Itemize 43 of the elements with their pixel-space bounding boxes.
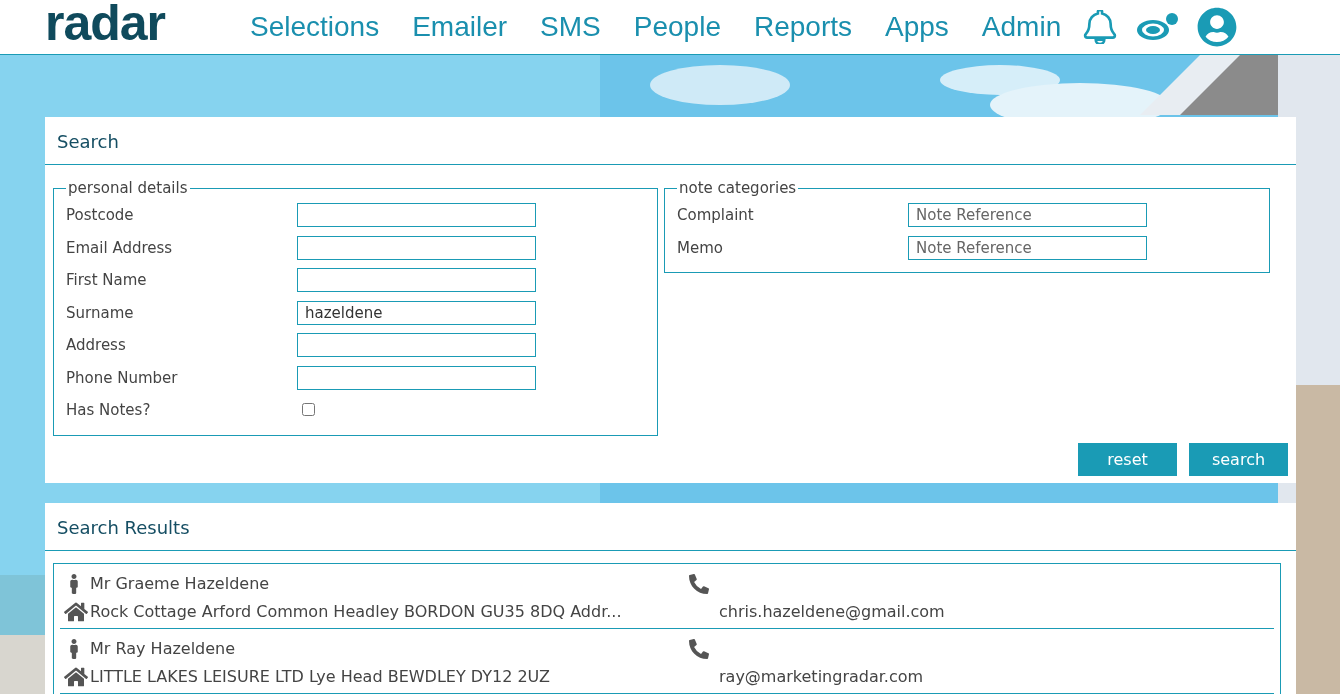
address-text: LITTLE LAKES LEISURE LTD Lye Head BEWDLEY DY12 2UZ	[90, 667, 550, 686]
field-label: Phone Number	[66, 368, 179, 387]
address-text: Rock Cottage Arford Common Headley BORDON GU35 8DQ Addr...	[90, 602, 622, 621]
group-legend: note categories	[677, 179, 799, 197]
field-label: Complaint	[677, 206, 755, 225]
field-label: Address	[66, 336, 127, 355]
field-label: Surname	[66, 303, 135, 322]
input-field[interactable]: Note Reference	[908, 235, 1147, 260]
input-field[interactable]	[297, 268, 536, 293]
nav-link[interactable]: SMS	[540, 11, 601, 43]
phone-icon	[689, 573, 709, 594]
target-icon[interactable]	[1135, 12, 1180, 42]
panel-title: Search Results	[45, 502, 1296, 551]
person-name: Mr Ray Hazeldene	[90, 639, 236, 658]
input-field[interactable]	[297, 365, 536, 390]
input-field[interactable]	[297, 333, 536, 358]
input-field[interactable]	[297, 235, 536, 260]
input-field[interactable]	[297, 203, 536, 228]
nav-link[interactable]: Apps	[885, 11, 949, 43]
search-button[interactable]: search	[1189, 442, 1288, 476]
bell-icon[interactable]	[1083, 10, 1118, 44]
reset-button[interactable]: reset	[1078, 442, 1177, 476]
field-label: Memo	[677, 238, 724, 257]
user-avatar-icon[interactable]	[1197, 7, 1238, 47]
phone-icon	[689, 638, 709, 659]
nav-link[interactable]: People	[633, 11, 721, 43]
field-label: Email Address	[66, 238, 174, 257]
field-label: Has Notes?	[66, 401, 152, 420]
panel-title: Search	[45, 117, 1296, 165]
group-legend: personal details	[66, 179, 190, 197]
field-label: First Name	[66, 271, 148, 290]
field-label: Postcode	[66, 206, 135, 225]
nav-link[interactable]: Admin	[981, 11, 1062, 43]
logo[interactable]: radar	[45, 0, 250, 48]
input-field[interactable]: hazeldene	[297, 300, 536, 325]
input-field[interactable]: Note Reference	[908, 203, 1147, 228]
has-notes-checkbox[interactable]	[302, 402, 315, 416]
person-name: Mr Graeme Hazeldene	[90, 574, 270, 593]
email-text: chris.hazeldene@gmail.com	[719, 602, 945, 621]
nav-link[interactable]: Emailer	[412, 11, 508, 43]
email-text: ray@marketingradar.com	[719, 667, 924, 686]
nav-link[interactable]: Selections	[250, 11, 380, 43]
nav-link[interactable]: Reports	[754, 11, 853, 43]
